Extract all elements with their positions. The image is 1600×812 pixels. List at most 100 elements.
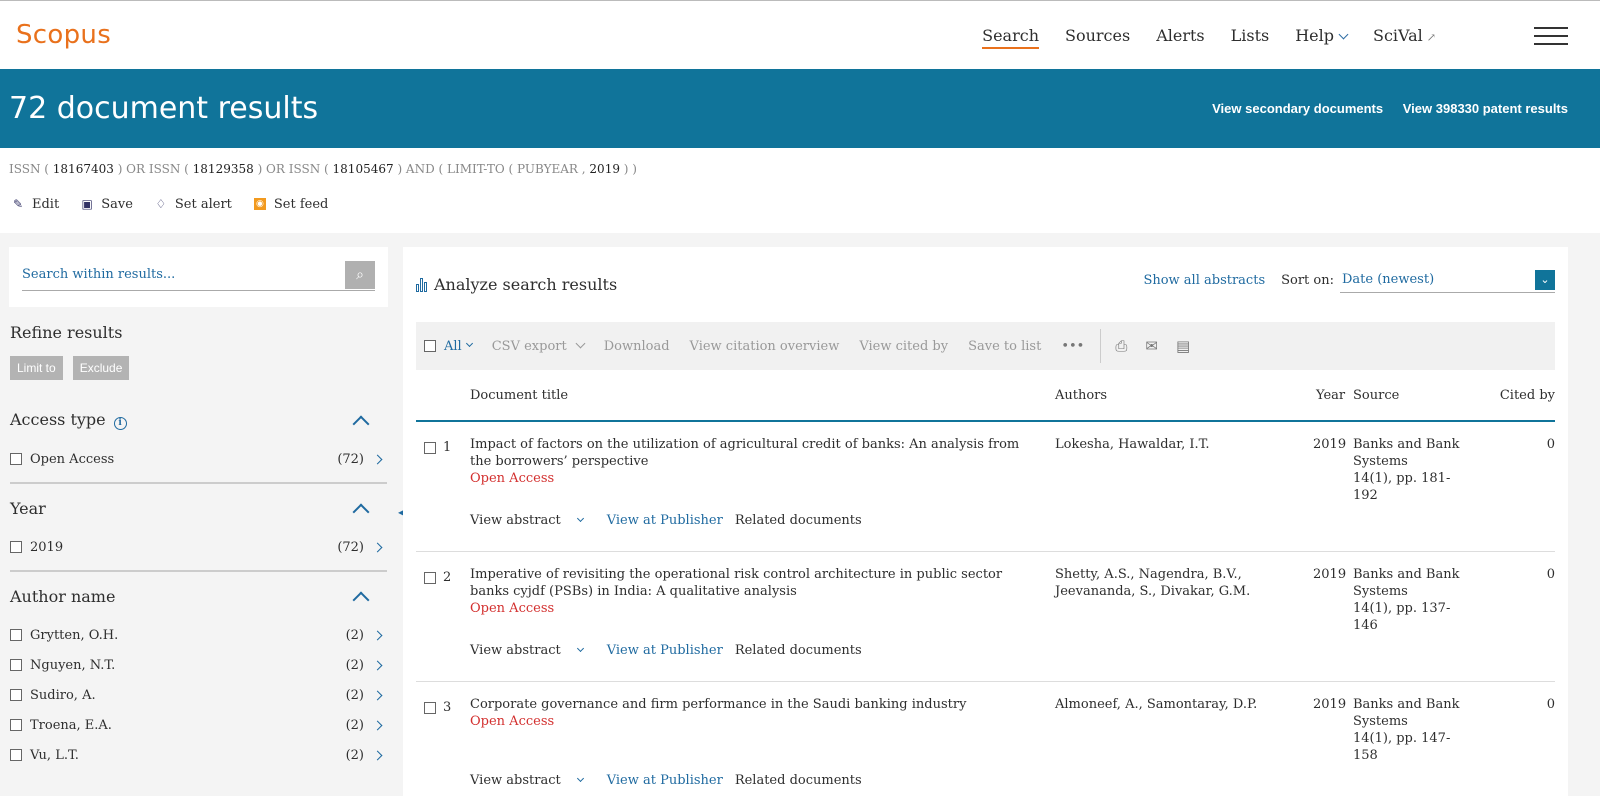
view-abstract-button[interactable]: View abstract bbox=[470, 512, 595, 529]
related-documents-link[interactable]: Related documents bbox=[735, 642, 862, 659]
facet-item[interactable]: Vu, L.T. (2) bbox=[10, 740, 387, 770]
checkbox[interactable] bbox=[10, 629, 22, 641]
checkbox[interactable] bbox=[424, 572, 436, 584]
query-actions: ✎ Edit ▣ Save ♢ Set alert ◉ Set feed bbox=[0, 182, 1600, 226]
citation-overview-button[interactable]: View citation overview bbox=[690, 339, 840, 354]
document-title-link[interactable]: Corporate governance and firm performanc… bbox=[470, 697, 966, 712]
facet-header[interactable]: Year bbox=[10, 484, 387, 532]
query-part: ISSN ( bbox=[9, 162, 49, 176]
nav-lists[interactable]: Lists bbox=[1231, 26, 1270, 45]
save-button[interactable]: ▣ Save bbox=[81, 197, 133, 212]
bibliography-icon[interactable]: ▤ bbox=[1176, 337, 1190, 355]
analyze-label: Analyze search results bbox=[434, 275, 618, 294]
checkbox[interactable] bbox=[424, 442, 436, 454]
authors-link[interactable]: Lokesha, Hawaldar, I.T. bbox=[1055, 436, 1300, 453]
related-documents-link[interactable]: Related documents bbox=[735, 772, 862, 789]
download-button[interactable]: Download bbox=[604, 339, 670, 354]
chevron-right-icon[interactable] bbox=[372, 690, 383, 700]
chevron-right-icon[interactable] bbox=[372, 660, 383, 670]
search-within-input[interactable]: Search within results... ⌕ bbox=[22, 259, 375, 291]
nav-search[interactable]: Search bbox=[982, 26, 1039, 49]
chevron-right-icon[interactable] bbox=[372, 750, 383, 760]
email-icon[interactable]: ✉ bbox=[1145, 337, 1158, 355]
facet-item[interactable]: Sudiro, A. (2) bbox=[10, 680, 387, 710]
checkbox[interactable] bbox=[10, 659, 22, 671]
checkbox[interactable] bbox=[424, 702, 436, 714]
print-icon[interactable]: ⎙ bbox=[1115, 337, 1127, 355]
chevron-right-icon[interactable] bbox=[372, 630, 383, 640]
table-row: 2 Imperative of revisiting the operation… bbox=[416, 552, 1555, 682]
hamburger-menu-icon[interactable] bbox=[1534, 27, 1568, 51]
checkbox[interactable] bbox=[10, 749, 22, 761]
view-abstract-button[interactable]: View abstract bbox=[470, 642, 595, 659]
nav-alerts[interactable]: Alerts bbox=[1156, 26, 1204, 45]
cited-count[interactable]: 0 bbox=[1547, 696, 1555, 713]
scopus-logo[interactable]: Scopus bbox=[16, 20, 111, 50]
checkbox[interactable] bbox=[424, 340, 436, 352]
limit-to-button[interactable]: Limit to bbox=[10, 356, 63, 380]
view-patent-link[interactable]: View 398330 patent results bbox=[1403, 101, 1568, 116]
authors-link[interactable]: Shetty, A.S., Nagendra, B.V., Jeevananda… bbox=[1055, 566, 1300, 600]
facet-header[interactable]: Access type i bbox=[10, 396, 387, 444]
sort-select[interactable]: Date (newest) ⌄ bbox=[1340, 267, 1555, 293]
checkbox[interactable] bbox=[10, 453, 22, 465]
nav-help[interactable]: Help bbox=[1295, 26, 1349, 45]
view-cited-by-button[interactable]: View cited by bbox=[859, 339, 948, 354]
col-source[interactable]: Source bbox=[1353, 388, 1399, 403]
show-all-abstracts-link[interactable]: Show all abstracts bbox=[1143, 273, 1265, 288]
document-title-link[interactable]: Imperative of revisiting the operational… bbox=[470, 567, 1002, 599]
chevron-right-icon[interactable] bbox=[372, 454, 383, 464]
related-documents-link[interactable]: Related documents bbox=[735, 512, 862, 529]
facet-item-label: Vu, L.T. bbox=[30, 747, 79, 763]
search-icon[interactable]: ⌕ bbox=[345, 260, 375, 289]
nav-scival[interactable]: SciVal ↗ bbox=[1373, 26, 1436, 45]
info-icon[interactable]: i bbox=[113, 417, 127, 430]
col-cited-by[interactable]: Cited by bbox=[1500, 388, 1555, 403]
checkbox[interactable] bbox=[10, 719, 22, 731]
facet-item-label: Sudiro, A. bbox=[30, 687, 96, 703]
facet-item[interactable]: Troena, E.A. (2) bbox=[10, 710, 387, 740]
chevron-right-icon[interactable] bbox=[372, 542, 383, 552]
checkbox[interactable] bbox=[10, 689, 22, 701]
source-link[interactable]: Banks and Bank Systems bbox=[1353, 697, 1460, 729]
view-at-publisher-link[interactable]: View at Publisher bbox=[607, 642, 723, 659]
chevron-right-icon[interactable] bbox=[372, 720, 383, 730]
facet-item[interactable]: Nguyen, N.T. (2) bbox=[10, 650, 387, 680]
source-link[interactable]: Banks and Bank Systems bbox=[1353, 567, 1460, 599]
external-link-icon: ↗ bbox=[1426, 30, 1436, 44]
analyze-results-link[interactable]: Analyze search results bbox=[416, 275, 617, 294]
open-access-badge: Open Access bbox=[470, 471, 555, 486]
facet-item[interactable]: 2019 (72) bbox=[10, 532, 387, 562]
csv-export-button[interactable]: CSV export bbox=[492, 338, 586, 354]
cited-count[interactable]: 0 bbox=[1547, 436, 1555, 453]
set-alert-button[interactable]: ♢ Set alert bbox=[155, 197, 232, 212]
col-year[interactable]: Year bbox=[1316, 388, 1345, 403]
document-title-link[interactable]: Impact of factors on the utilization of … bbox=[470, 437, 1019, 469]
exclude-button[interactable]: Exclude bbox=[72, 356, 130, 380]
nav-sources[interactable]: Sources bbox=[1065, 26, 1130, 45]
source-link[interactable]: Banks and Bank Systems bbox=[1353, 437, 1460, 469]
select-all[interactable]: All bbox=[424, 339, 473, 354]
facet-item-label: Troena, E.A. bbox=[30, 717, 112, 733]
col-document-title[interactable]: Document title bbox=[470, 388, 568, 403]
cited-count[interactable]: 0 bbox=[1547, 566, 1555, 583]
view-at-publisher-link[interactable]: View at Publisher bbox=[607, 512, 723, 529]
facet-header[interactable]: Author name bbox=[10, 572, 387, 620]
chevron-up-icon[interactable] bbox=[352, 415, 370, 433]
col-authors[interactable]: Authors bbox=[1055, 388, 1107, 403]
save-to-list-button[interactable]: Save to list bbox=[968, 339, 1041, 354]
view-abstract-button[interactable]: View abstract bbox=[470, 772, 595, 789]
authors-link[interactable]: Almoneef, A., Samontaray, D.P. bbox=[1055, 696, 1300, 713]
more-options-button[interactable]: ••• bbox=[1061, 339, 1084, 354]
toolbar-divider bbox=[1100, 329, 1102, 363]
facet-item[interactable]: Open Access (72) bbox=[10, 444, 387, 474]
chevron-up-icon[interactable] bbox=[352, 591, 370, 609]
chevron-up-icon[interactable] bbox=[352, 503, 370, 521]
results-banner: 72 document results View secondary docum… bbox=[0, 69, 1600, 148]
checkbox[interactable] bbox=[10, 541, 22, 553]
set-feed-button[interactable]: ◉ Set feed bbox=[253, 197, 328, 212]
edit-button[interactable]: ✎ Edit bbox=[12, 197, 59, 212]
facet-item[interactable]: Grytten, O.H. (2) bbox=[10, 620, 387, 650]
view-at-publisher-link[interactable]: View at Publisher bbox=[607, 772, 723, 789]
view-secondary-link[interactable]: View secondary documents bbox=[1212, 101, 1383, 116]
